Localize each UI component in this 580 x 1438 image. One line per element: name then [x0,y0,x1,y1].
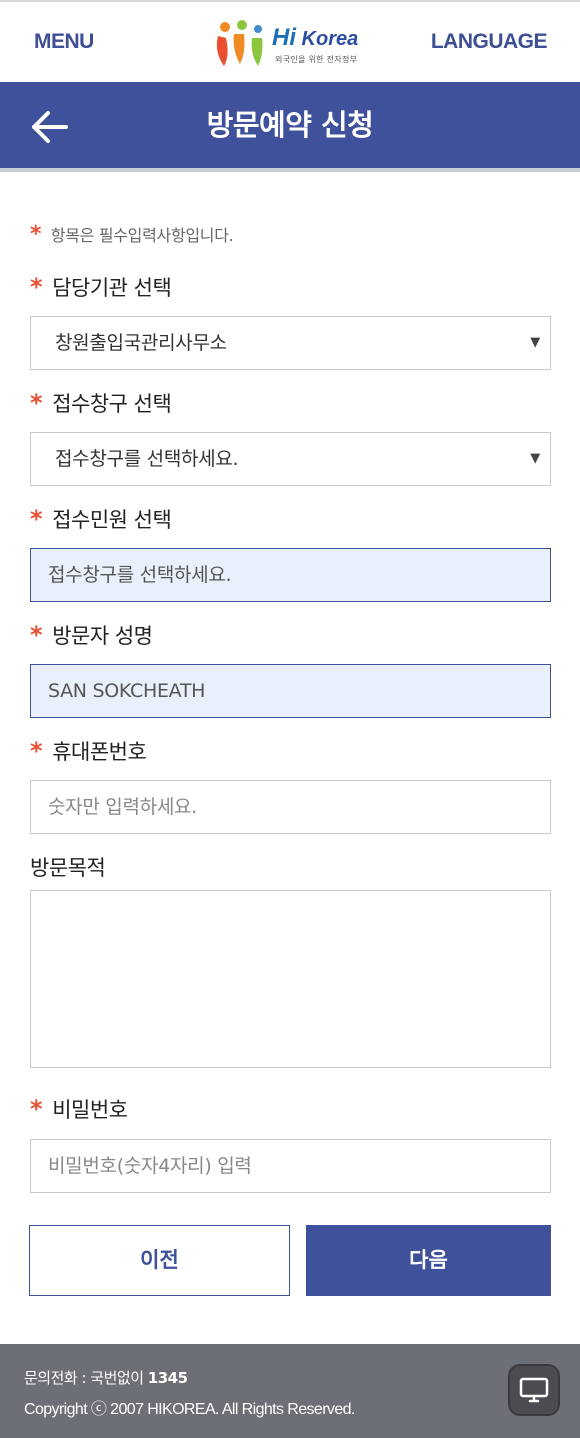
footer: 문의전화 : 국번없이 1345 Copyright ⓒ 2007 HIKORE… [0,1344,580,1438]
pc-version-button[interactable] [508,1364,560,1416]
required-note: * 항목은 필수입력사항입니다. [30,222,234,247]
phone-placeholder: 숫자만 입력하세요. [48,796,197,818]
counter-label-text: 접수창구 선택 [52,392,172,416]
agency-select[interactable]: 창원출입국관리사무소 ▼ [30,316,551,370]
required-mark: * [30,222,42,247]
required-mark: * [30,273,43,301]
required-mark: * [30,737,43,765]
caret-down-icon: ▼ [530,451,540,466]
visitor-name-field[interactable]: SAN SOKCHEATH [30,664,551,718]
password-placeholder: 비밀번호(숫자4자리) 입력 [48,1155,252,1177]
password-label-text: 비밀번호 [52,1098,128,1122]
service-label: * 접수민원 선택 [30,504,172,534]
required-mark: * [30,389,43,417]
logo-hi: Hi [272,24,296,51]
required-mark: * [30,1095,43,1123]
contact-info: 문의전화 : 국번없이 1345 [24,1367,188,1388]
required-note-text: 항목은 필수입력사항입니다. [50,226,234,245]
password-input[interactable]: 비밀번호(숫자4자리) 입력 [30,1139,551,1193]
contact-prefix: 문의전화 : 국번없이 [24,1369,148,1387]
agency-selected-value: 창원출입국관리사무소 [55,332,227,354]
logo-korea: Korea [296,28,359,50]
monitor-icon [519,1377,549,1403]
hikorea-logo[interactable]: Hi Korea 외국인을 위한 전자정부 [212,16,372,70]
phone-label: * 휴대폰번호 [30,736,147,766]
logo-subtitle: 외국인을 위한 전자정부 [275,55,358,64]
logo-figures-icon [216,20,263,66]
menu-button[interactable]: MENU [34,30,94,54]
purpose-label: 방문목적 [30,852,106,882]
counter-label: * 접수창구 선택 [30,388,172,418]
counter-selected-value: 접수창구를 선택하세요. [55,448,239,470]
phone-label-text: 휴대폰번호 [52,740,147,764]
counter-select[interactable]: 접수창구를 선택하세요. ▼ [30,432,551,486]
required-mark: * [30,505,43,533]
visitor-name-label: * 방문자 성명 [30,620,153,650]
contact-number: 1345 [147,1369,188,1387]
visitor-name-label-text: 방문자 성명 [52,624,153,648]
purpose-textarea[interactable] [30,890,551,1068]
service-field[interactable]: 접수창구를 선택하세요. [30,548,551,602]
prev-button[interactable]: 이전 [29,1225,290,1296]
next-button[interactable]: 다음 [306,1225,551,1296]
logo-wordmark: Hi Korea [272,24,358,52]
agency-label: * 담당기관 선택 [30,272,172,302]
page-title: 방문예약 신청 [206,108,374,142]
phone-input[interactable]: 숫자만 입력하세요. [30,780,551,834]
service-value: 접수창구를 선택하세요. [48,564,232,586]
visitor-name-value: SAN SOKCHEATH [48,680,206,702]
language-button[interactable]: LANGUAGE [431,30,548,54]
caret-down-icon: ▼ [530,335,540,350]
purpose-label-text: 방문목적 [30,856,106,880]
title-bar: 방문예약 신청 [0,82,580,172]
top-header: MENU Hi Korea 외국인을 위한 전자정부 LANGUAGE [0,0,580,82]
required-mark: * [30,621,43,649]
agency-label-text: 담당기관 선택 [52,276,172,300]
password-label: * 비밀번호 [30,1094,128,1124]
service-label-text: 접수민원 선택 [52,508,172,532]
copyright: Copyright ⓒ 2007 HIKOREA. All Rights Res… [24,1401,355,1418]
